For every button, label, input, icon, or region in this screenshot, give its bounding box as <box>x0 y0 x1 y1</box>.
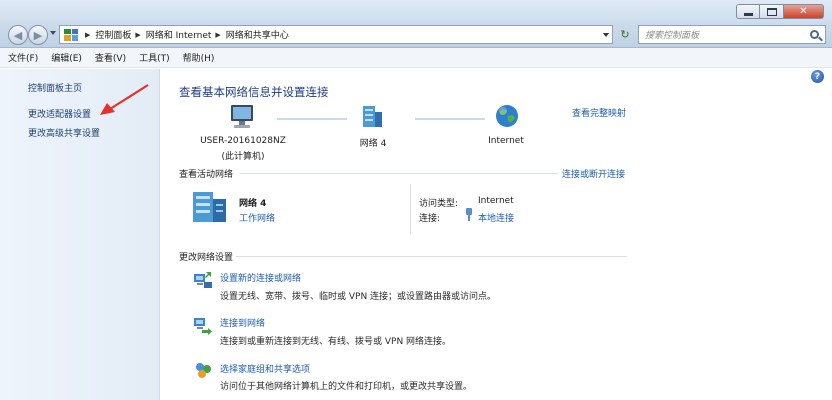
connection-label: 连接: <box>419 214 441 224</box>
menu-file[interactable]: 文件(F) <box>8 51 38 64</box>
homegroup-icon <box>196 363 211 378</box>
annotation-arrow-icon <box>100 84 149 115</box>
minimize-button[interactable] <box>736 4 760 19</box>
menu-help[interactable]: 帮助(H) <box>183 51 215 64</box>
breadcrumb: ▶ 控制面板 ▶ 网络和 Internet ▶ 网络和共享中心 <box>81 28 289 42</box>
search-input[interactable]: 搜索控制面板 <box>638 25 826 44</box>
maximize-button[interactable] <box>760 4 784 19</box>
task-connect-network-desc: 连接到或重新连接到无线、有线、拨号或 VPN 网络连接。 <box>220 337 452 347</box>
map-connector-line <box>277 118 347 120</box>
task-homegroup-link[interactable]: 选择家庭组和共享选项 <box>220 362 310 375</box>
section-divider <box>236 256 627 257</box>
ethernet-icon <box>466 208 472 221</box>
breadcrumb-control-panel[interactable]: 控制面板 <box>95 28 131 41</box>
task-homegroup-desc: 访问位于其他网络计算机上的文件和打印机，或更改共享设置。 <box>220 382 473 392</box>
active-networks-heading: 查看活动网络 <box>179 170 234 180</box>
computer-icon <box>231 105 253 128</box>
control-panel-icon <box>64 28 78 41</box>
change-settings-heading: 更改网络设置 <box>179 253 234 263</box>
network-node-label: 网络 4 <box>359 139 387 149</box>
recent-pages-dropdown[interactable] <box>50 31 56 35</box>
active-network-name: 网络 4 <box>239 199 267 209</box>
breadcrumb-network-internet[interactable]: 网络和 Internet <box>146 28 212 41</box>
menu-view[interactable]: 查看(V) <box>95 51 126 64</box>
vertical-divider <box>410 184 411 234</box>
menu-tools[interactable]: 工具(T) <box>139 51 170 64</box>
minimize-icon <box>743 13 753 16</box>
address-dropdown-icon[interactable] <box>603 33 609 37</box>
breadcrumb-separator-icon[interactable]: ▶ <box>135 31 140 39</box>
task-new-connection-desc: 设置无线、宽带、拨号、临时或 VPN 连接；或设置路由器或访问点。 <box>220 292 497 302</box>
breadcrumb-network-sharing-center[interactable]: 网络和共享中心 <box>226 28 289 41</box>
section-divider <box>240 173 558 174</box>
access-type-label: 访问类型: <box>419 199 459 209</box>
globe-icon <box>496 105 518 127</box>
internet-node-label: Internet <box>488 136 524 146</box>
task-new-connection-link[interactable]: 设置新的连接或网络 <box>220 271 301 284</box>
network-building-icon <box>363 106 382 127</box>
forward-button[interactable]: ▶ <box>28 25 48 45</box>
help-button[interactable]: ? <box>811 70 824 83</box>
refresh-button[interactable]: ↻ <box>614 25 636 44</box>
sidebar-item-control-panel-home[interactable]: 控制面板主页 <box>28 81 82 94</box>
menu-bar: 文件(F) 编辑(E) 查看(V) 工具(T) 帮助(H) <box>0 48 832 68</box>
menu-edit[interactable]: 编辑(E) <box>51 51 82 64</box>
computer-node-sublabel: (此计算机) <box>221 152 265 162</box>
title-bar: ✕ <box>0 0 832 22</box>
sidebar-item-change-advanced-sharing[interactable]: 更改高级共享设置 <box>28 126 100 139</box>
sidebar: 控制面板主页 更改适配器设置 更改高级共享设置 <box>0 69 160 400</box>
sidebar-item-change-adapter-settings[interactable]: 更改适配器设置 <box>28 107 91 120</box>
map-connector-line <box>415 118 485 120</box>
forward-arrow-icon: ▶ <box>33 28 43 42</box>
close-icon: ✕ <box>799 6 808 17</box>
address-field[interactable]: ▶ 控制面板 ▶ 网络和 Internet ▶ 网络和共享中心 <box>59 25 613 44</box>
search-placeholder: 搜索控制面板 <box>645 31 700 41</box>
see-full-map-link[interactable]: 查看完整映射 <box>572 106 626 119</box>
back-button[interactable]: ◀ <box>8 25 28 45</box>
network-building-icon <box>193 192 226 222</box>
maximize-icon <box>766 7 777 16</box>
breadcrumb-separator-icon[interactable]: ▶ <box>215 31 220 39</box>
network-type-link[interactable]: 工作网络 <box>239 211 275 224</box>
help-icon: ? <box>814 71 821 82</box>
refresh-icon: ↻ <box>620 28 630 41</box>
window-controls: ✕ <box>736 4 824 19</box>
breadcrumb-separator-icon[interactable]: ▶ <box>85 31 90 39</box>
connect-disconnect-link[interactable]: 连接或断开连接 <box>562 167 625 180</box>
back-arrow-icon: ◀ <box>13 28 23 42</box>
close-button[interactable]: ✕ <box>784 4 824 19</box>
computer-node-label: USER-20161028NZ <box>200 136 286 146</box>
page-title: 查看基本网络信息并设置连接 <box>179 85 329 99</box>
connect-network-icon <box>194 318 212 335</box>
access-type-value: Internet <box>478 196 514 206</box>
search-icon[interactable] <box>810 30 819 39</box>
task-connect-network-link[interactable]: 连接到网络 <box>220 316 265 329</box>
new-connection-icon <box>194 272 212 288</box>
address-toolbar: ◀ ▶ ▶ 控制面板 ▶ 网络和 Internet ▶ 网络和共享中心 ↻ 搜索… <box>0 22 832 48</box>
local-connection-link[interactable]: 本地连接 <box>478 211 514 224</box>
